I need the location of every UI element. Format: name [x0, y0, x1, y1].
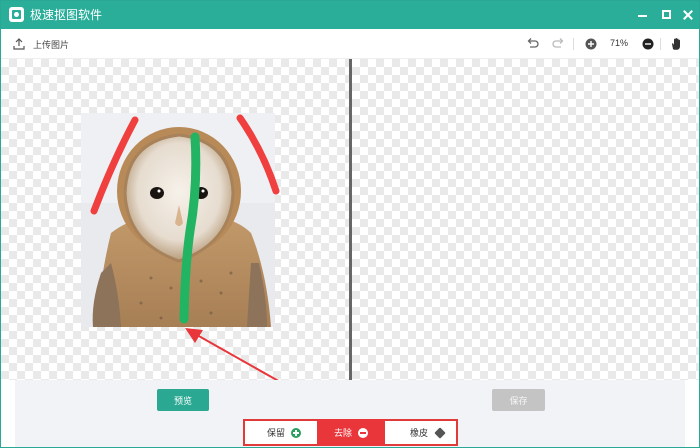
remove-brush-button[interactable]: 去除: [317, 419, 385, 446]
close-button[interactable]: [679, 5, 699, 25]
eraser-brush-button[interactable]: 橡皮: [410, 421, 446, 444]
title-bar: 极速抠图软件: [1, 1, 699, 29]
upload-icon: [13, 38, 25, 50]
redo-icon[interactable]: [552, 37, 566, 51]
app-title: 极速抠图软件: [30, 8, 103, 22]
result-canvas: [352, 59, 699, 380]
zoom-level: 71%: [609, 38, 628, 48]
minimize-button[interactable]: [633, 5, 653, 25]
owl-photo[interactable]: [81, 113, 275, 327]
eraser-icon: [434, 426, 446, 439]
minus-circle-icon: [358, 427, 368, 438]
preview-button[interactable]: 预览: [157, 389, 209, 411]
eraser-brush-label: 橡皮: [410, 428, 429, 438]
keep-brush-label: 保留: [267, 428, 286, 438]
save-button[interactable]: 保存: [492, 389, 545, 411]
app-logo-icon: [9, 7, 24, 22]
upload-image-button[interactable]: 上传图片: [13, 36, 69, 52]
upload-image-label: 上传图片: [33, 39, 70, 50]
remove-brush-label: 去除: [333, 428, 352, 438]
zoom-in-icon[interactable]: [584, 37, 598, 51]
toolbar-separator: [573, 38, 574, 50]
zoom-out-icon[interactable]: [641, 37, 655, 51]
maximize-button[interactable]: [657, 5, 677, 25]
app-window: 极速抠图软件 上传图片 71% 预览 保存 保留 去除 橡皮: [0, 0, 700, 448]
hand-icon[interactable]: [669, 37, 683, 51]
brush-tool-group: 保留 去除 橡皮: [243, 419, 458, 446]
toolbar-separator: [660, 38, 661, 50]
undo-icon[interactable]: [525, 37, 539, 51]
plus-circle-icon: [291, 427, 302, 438]
toolbar: 上传图片 71%: [1, 29, 699, 59]
keep-brush-button[interactable]: 保留: [267, 421, 302, 444]
